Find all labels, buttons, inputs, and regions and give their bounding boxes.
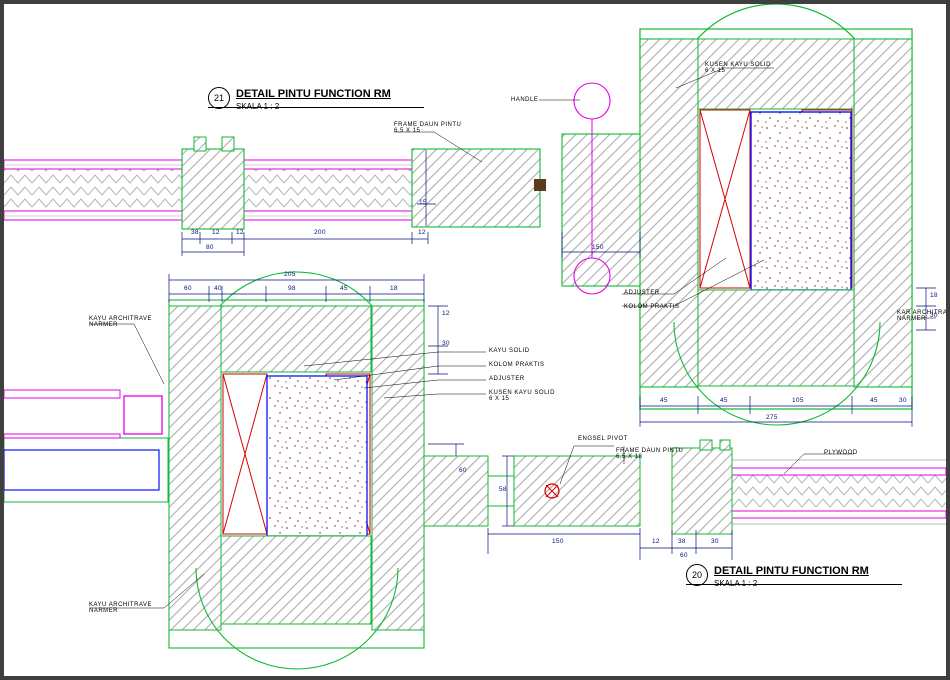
dim-45b: 45: [720, 397, 728, 404]
label-kayu-solid: KAYU SOLID: [489, 348, 530, 354]
dim-205: 205: [284, 271, 296, 278]
detail-bubble-20: 20: [686, 564, 708, 586]
dim-12b: 12: [236, 229, 244, 236]
label-arch-l-top: KAYU ARCHITRAVE NARMER: [89, 316, 152, 328]
title-rule-20: [686, 584, 902, 585]
label-kusen: KUSEN KAYU SOLID 6 X 15: [705, 62, 771, 74]
dim-275: 275: [766, 414, 778, 421]
dim-150b: 150: [552, 538, 564, 545]
dim-18r: 18: [930, 292, 938, 299]
dim-150: 150: [592, 244, 604, 251]
label-handle: HANDLE: [511, 97, 538, 103]
title-detail-21: DETAIL PINTU FUNCTION RM: [236, 88, 391, 100]
dim-30: 30: [899, 397, 907, 404]
dim-58: 58: [499, 486, 507, 493]
label-adjuster-l: ADJUSTER: [489, 376, 525, 382]
assembly-upper-left: [4, 83, 640, 294]
title-detail-20: DETAIL PINTU FUNCTION RM: [714, 565, 869, 577]
dim-80: 80: [206, 244, 214, 251]
label-plywood: PLYWOOD: [824, 450, 858, 456]
dim-40a: 40: [214, 285, 222, 292]
assembly-upper-right: [640, 4, 912, 425]
dim-105: 105: [792, 397, 804, 404]
dim-200: 200: [314, 229, 326, 236]
dim-45d: 45: [340, 285, 348, 292]
dim-150c: 98: [288, 285, 296, 292]
dim-15: 15: [419, 199, 427, 206]
title-rule-21: [208, 107, 424, 108]
dim-18: 18: [390, 285, 398, 292]
label-frame-eng: FRAME DAUN PINTU 6,5 X 18: [616, 448, 683, 460]
label-arch-r: KAR ARCHITRAVE NARMER: [897, 310, 946, 322]
dim-v60: 60: [459, 467, 467, 474]
dim-38: 38: [191, 229, 199, 236]
label-kusen-l: KUSEN KAYU SOLID 6 X 15: [489, 390, 555, 402]
dim-12a: 12: [212, 229, 220, 236]
label-frame-daun: FRAME DAUN PINTU 6,5 X 15: [394, 122, 461, 134]
dim-45c: 45: [870, 397, 878, 404]
label-kolom-l: KOLOM PRAKTIS: [489, 362, 545, 368]
label-kolom-r: KOLOM PRAKTIS: [624, 304, 680, 310]
label-adjuster-r: ADJUSTER: [624, 290, 660, 296]
cad-canvas: 21 DETAIL PINTU FUNCTION RM SKALA 1 : 2 …: [4, 4, 946, 676]
label-arch-l-btm: KAYU ARCHITRAVE NARMER: [89, 602, 152, 614]
dim-60a: 60: [184, 285, 192, 292]
dim-45a: 45: [660, 397, 668, 404]
label-engsel: ENGSEL PIVOT: [578, 436, 628, 442]
dim-v30: 30: [442, 340, 450, 347]
dim-12c: 12: [418, 229, 426, 236]
dim-v12: 12: [442, 310, 450, 317]
detail-bubble-21: 21: [208, 87, 230, 109]
dim-30r: 30: [930, 312, 938, 319]
dim-12d: 12: [652, 538, 660, 545]
assembly-lower-left: [4, 272, 424, 669]
dim-38b: 38: [678, 538, 686, 545]
dim-60b: 60: [680, 552, 688, 559]
dim-12e: 30: [711, 538, 719, 545]
